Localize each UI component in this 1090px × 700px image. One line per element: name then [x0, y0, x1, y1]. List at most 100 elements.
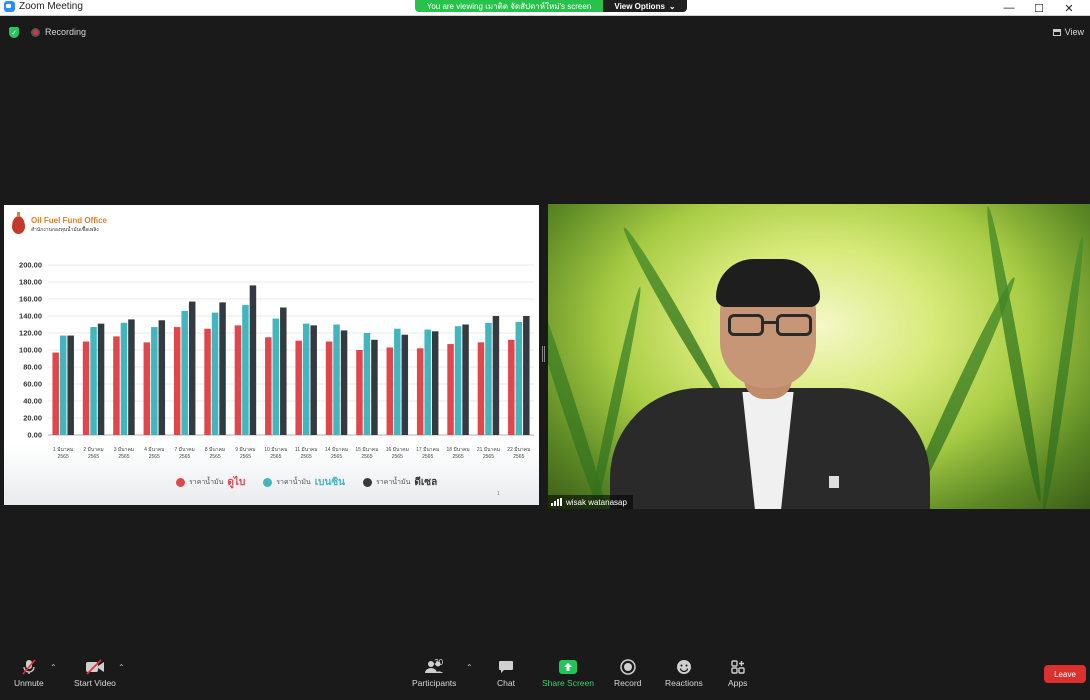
x-tick-label-year: 2565 [88, 454, 99, 460]
security-shield-icon[interactable]: ✓ [9, 27, 19, 38]
x-tick-label: 10 มีนาคม [264, 446, 287, 453]
bar-2-5 [219, 302, 226, 435]
bar-0-9 [325, 341, 333, 435]
bar-2-0 [67, 335, 74, 435]
start-video-button[interactable]: Start Video [74, 659, 116, 688]
y-tick-label: 160.00 [19, 295, 42, 304]
start-video-label: Start Video [74, 678, 116, 688]
x-tick-label-year: 2565 [149, 454, 160, 460]
bar-1-10 [363, 333, 371, 435]
legend-item-benzin: ราคาน้ำมัน เบนซิน [263, 475, 345, 490]
chat-icon [498, 659, 514, 675]
participant-video[interactable]: wisak watanasap [548, 204, 1090, 509]
record-label: Record [614, 678, 642, 688]
bar-0-5 [204, 328, 211, 435]
y-tick-label: 20.00 [23, 414, 42, 423]
view-options-label: View Options [614, 1, 665, 11]
bar-0-6 [234, 325, 242, 435]
signal-strength-icon [551, 498, 562, 506]
bar-1-15 [515, 321, 523, 435]
bar-2-4 [188, 301, 196, 435]
legend-item-diesel: ราคาน้ำมัน ดีเซล [362, 475, 437, 490]
microphone-muted-icon [21, 659, 37, 675]
x-tick-label-year: 2565 [240, 454, 251, 460]
record-icon [619, 659, 636, 675]
x-tick-label-year: 2565 [483, 454, 494, 460]
meeting-toolbar: Unmute ⌃ Start Video ⌃ 30 Participants ⌃… [0, 655, 1090, 700]
grass-blade [1038, 234, 1088, 509]
participants-button[interactable]: 30 Participants [412, 658, 456, 688]
bar-1-11 [394, 328, 401, 435]
apps-button[interactable]: Apps [728, 659, 747, 688]
reactions-button[interactable]: Reactions [665, 659, 703, 688]
bar-1-13 [454, 326, 462, 435]
bar-0-1 [82, 341, 90, 435]
legend-label-benzin: เบนซิน [314, 477, 345, 488]
app-title: Zoom Meeting [4, 1, 83, 12]
x-tick-label: 15 มีนาคม [355, 446, 378, 453]
legend-label-dubai: ดูไบ [227, 477, 246, 488]
view-button[interactable]: View [1052, 27, 1084, 37]
audio-options-chevron-icon[interactable]: ⌃ [50, 663, 57, 672]
bar-0-11 [386, 347, 394, 435]
window-title: Zoom Meeting [19, 1, 83, 12]
bar-2-15 [523, 316, 530, 435]
legend-prefix-diesel: ราคาน้ำมัน [375, 479, 411, 486]
window-controls: — ☐ ✕ [994, 0, 1084, 16]
bar-0-14 [477, 342, 485, 435]
x-tick-label: 11 มีนาคม [295, 446, 318, 453]
participant-name-tag: wisak watanasap [548, 495, 633, 509]
jacket-badge [829, 476, 839, 488]
chat-button[interactable]: Chat [497, 659, 515, 688]
x-tick-label-year: 2565 [331, 454, 342, 460]
legend-item-dubai: ราคาน้ำมัน ดูไบ [176, 475, 245, 490]
bar-1-8 [302, 323, 310, 435]
share-screen-button[interactable]: Share Screen [542, 659, 594, 688]
y-tick-label: 40.00 [23, 397, 42, 406]
participants-count: 30 [434, 658, 444, 667]
x-tick-label: 17 มีนาคม [416, 446, 439, 453]
x-tick-label: 9 มีนาคม [235, 446, 255, 453]
y-tick-label: 0.00 [27, 431, 42, 440]
record-button[interactable]: Record [614, 659, 641, 688]
apps-icon [730, 659, 746, 675]
bar-1-5 [211, 312, 219, 435]
split-divider-handle[interactable] [542, 346, 545, 362]
x-tick-label-year: 2565 [422, 454, 433, 460]
unmute-button[interactable]: Unmute [14, 659, 44, 688]
x-tick-label: 1 มีนาคม [53, 446, 73, 453]
slide-page-number: 1 [497, 491, 500, 497]
bar-0-13 [447, 344, 454, 435]
bar-1-2 [120, 322, 128, 435]
maximize-icon[interactable]: ☐ [1024, 0, 1054, 16]
leave-button[interactable]: Leave [1044, 665, 1086, 683]
video-off-icon [85, 659, 105, 675]
x-tick-label-year: 2565 [453, 454, 464, 460]
view-options-button[interactable]: View Options ⌄ [603, 0, 687, 12]
bar-2-14 [492, 316, 500, 435]
y-tick-label: 140.00 [19, 312, 42, 321]
bar-0-0 [52, 352, 59, 435]
recording-indicator[interactable]: Recording [31, 27, 86, 37]
x-tick-label: 2 มีนาคม [83, 446, 103, 453]
x-tick-label: 7 มีนาคม [175, 446, 195, 453]
minimize-icon[interactable]: — [994, 0, 1024, 16]
price-chart: 0.00 20.00 40.00 60.00 80.00 100.00 120.00 140.… [19, 261, 534, 460]
x-tick-label-year: 2565 [270, 454, 281, 460]
recording-label: Recording [45, 27, 87, 37]
grass-blade [982, 205, 1046, 503]
video-options-chevron-icon[interactable]: ⌃ [118, 663, 125, 672]
y-tick-label: 60.00 [23, 380, 42, 389]
x-tick-label-year: 2565 [301, 454, 312, 460]
close-icon[interactable]: ✕ [1054, 0, 1084, 16]
shared-screen: Oil Fuel Fund Office สำนักงานกองทุนน้ำมั… [4, 205, 539, 505]
meeting-statusbar: ✓ Recording View [0, 22, 1090, 42]
chevron-down-icon: ⌄ [668, 1, 676, 11]
unmute-label: Unmute [14, 678, 44, 688]
participants-options-chevron-icon[interactable]: ⌃ [466, 663, 473, 672]
bar-0-4 [173, 327, 181, 435]
y-tick-label: 180.00 [19, 278, 42, 287]
bar-0-10 [356, 350, 363, 435]
legend-prefix-dubai: ราคาน้ำมัน [189, 479, 224, 486]
x-tick-label: 14 มีนาคม [325, 446, 348, 453]
